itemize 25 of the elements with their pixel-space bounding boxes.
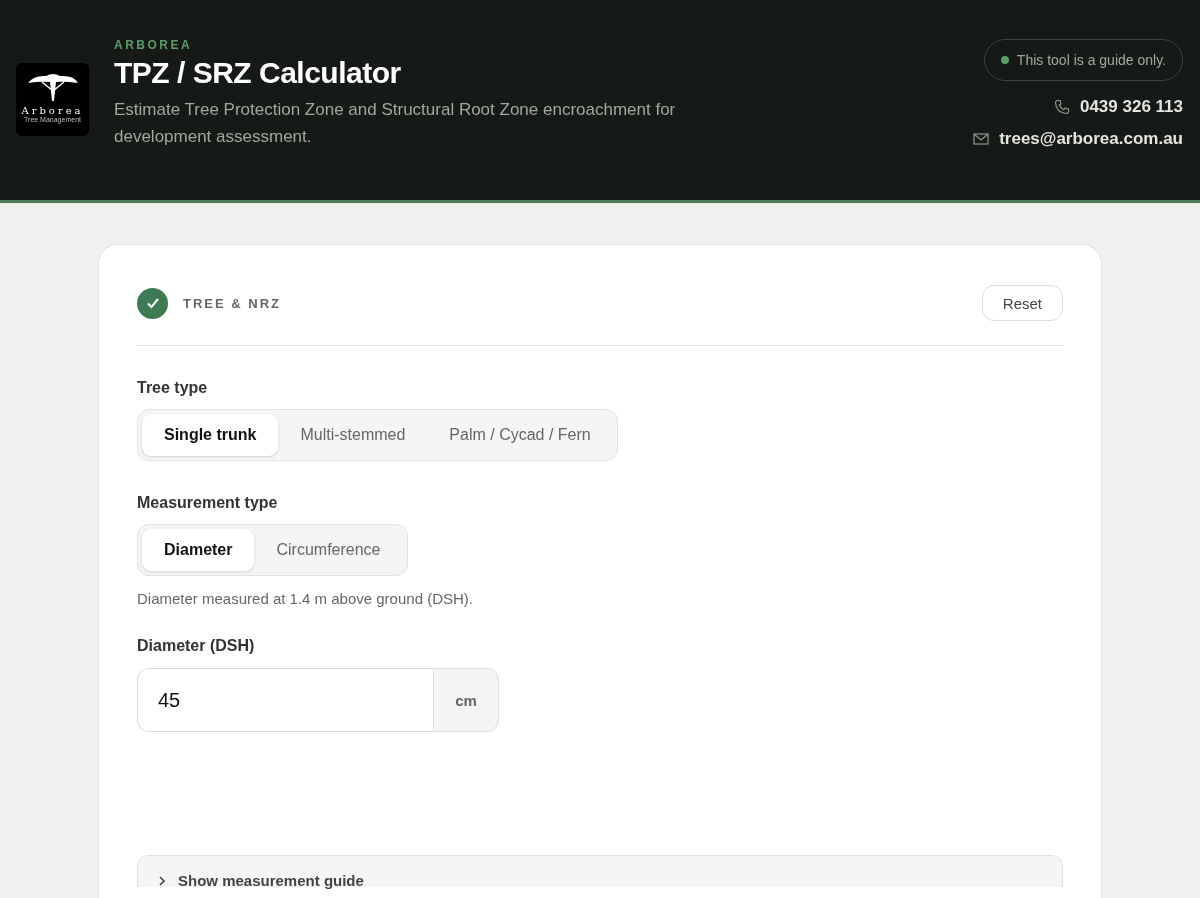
email-link[interactable]: trees@arborea.com.au: [999, 129, 1183, 149]
reset-button[interactable]: Reset: [981, 285, 1063, 321]
page-subtitle: Estimate Tree Protection Zone and Structural Root Zone encroachment for development assessment.: [114, 99, 677, 148]
phone-icon: [1053, 99, 1070, 115]
phone-number[interactable]: 0439 326 113: [1079, 97, 1183, 117]
segment-option[interactable]: Single trunk: [142, 414, 279, 456]
step-title: TREE & NRZ: [183, 295, 282, 311]
guide-disclosure[interactable]: Show measurement guide: [137, 855, 1063, 887]
segment-option[interactable]: Circumference: [254, 529, 403, 571]
logo-text: Arborea: [21, 105, 84, 116]
segment-option[interactable]: Diameter: [142, 529, 255, 571]
field-label: Measurement type: [137, 494, 279, 512]
segment-option[interactable]: Palm / Cycad / Fern: [427, 414, 613, 456]
page-title: TPZ / SRZ Calculator: [114, 56, 402, 90]
field-label: Diameter (DSH): [137, 637, 256, 655]
mail-icon: [973, 133, 990, 145]
status-dot: [1000, 56, 1009, 64]
hint-text: Diameter measured at 1.4 m above ground (DSH).: [137, 590, 474, 607]
notice-text: This tool is a guide only.: [1016, 52, 1166, 68]
diameter-field[interactable]: 45: [137, 668, 433, 732]
segment-option[interactable]: Multi-stemmed: [278, 414, 428, 456]
field-label: Tree type: [137, 379, 209, 397]
brand-name: ARBOREA: [114, 38, 194, 52]
unit-label: cm: [433, 668, 499, 732]
chevron-icon: [158, 876, 166, 886]
